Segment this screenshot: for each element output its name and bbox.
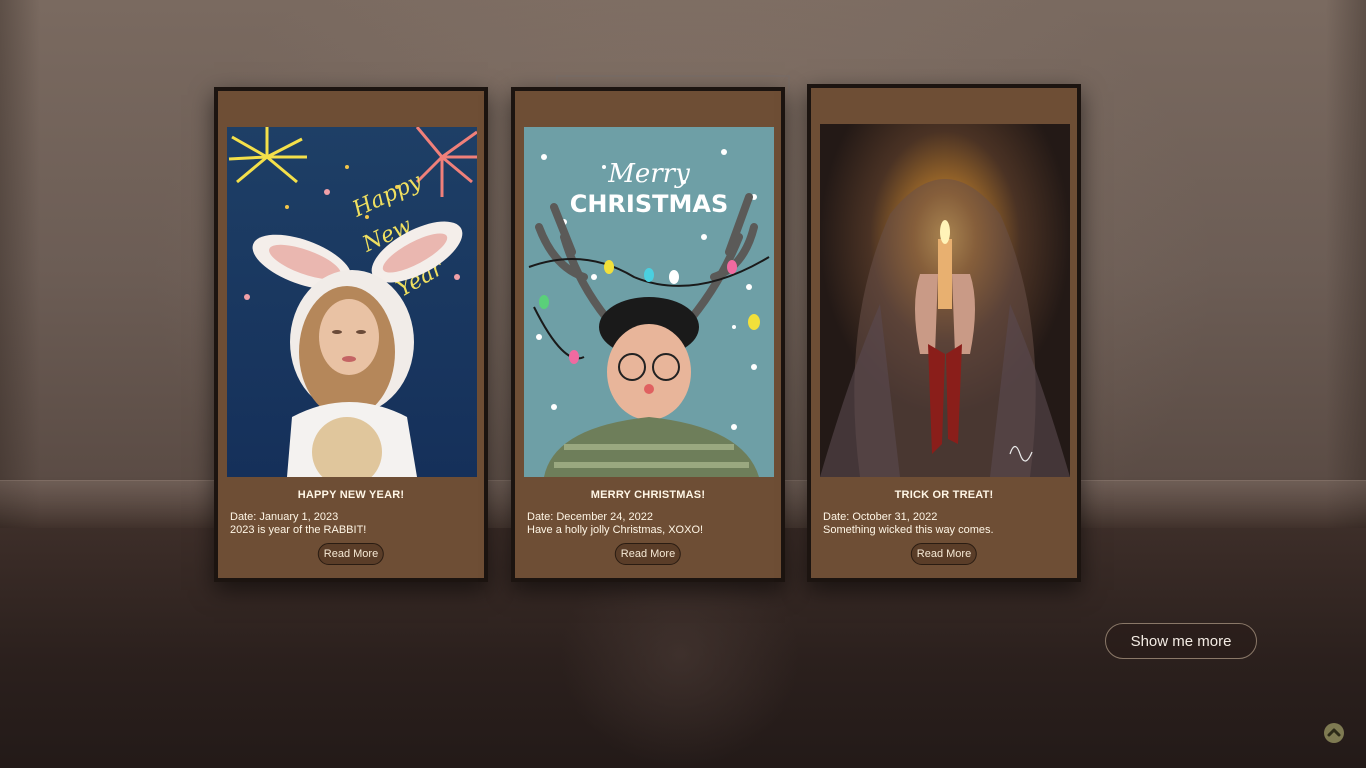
gallery-card-halloween: TRICK OR TREAT! Date: October 31, 2022 S… xyxy=(807,84,1081,582)
scroll-to-top-button[interactable] xyxy=(1324,723,1344,743)
svg-text:CHRISTMAS: CHRISTMAS xyxy=(570,190,729,218)
artwork-halloween-image xyxy=(820,124,1070,477)
card-date: Date: October 31, 2022 xyxy=(823,511,938,523)
show-more-button[interactable]: Show me more xyxy=(1105,623,1257,659)
gallery-card-new-year: Happy New Year HAPPY NEW YEAR! Date: Jan… xyxy=(214,87,488,582)
svg-text:Merry: Merry xyxy=(607,159,690,189)
card-meta: Date: October 31, 2022 Something wicked … xyxy=(823,511,994,537)
read-more-button[interactable]: Read More xyxy=(614,543,682,565)
read-more-button[interactable]: Read More xyxy=(910,543,978,565)
card-description: Something wicked this way comes. xyxy=(823,524,994,536)
artwork-new-year: Happy New Year xyxy=(227,127,477,477)
card-meta: Date: January 1, 2023 2023 is year of th… xyxy=(230,511,366,537)
artwork-christmas: Merry CHRISTMAS xyxy=(524,127,774,477)
card-title: MERRY CHRISTMAS! xyxy=(590,489,706,501)
artwork-christmas-image: Merry CHRISTMAS xyxy=(524,127,774,477)
read-more-button[interactable]: Read More xyxy=(317,543,385,565)
artwork-halloween xyxy=(820,124,1070,477)
floor-reflection xyxy=(560,580,800,768)
card-date: Date: December 24, 2022 xyxy=(527,511,653,523)
chevron-up-icon xyxy=(1327,728,1341,737)
card-date: Date: January 1, 2023 xyxy=(230,511,339,523)
card-description: Have a holly jolly Christmas, XOXO! xyxy=(527,524,704,536)
card-title: HAPPY NEW YEAR! xyxy=(297,489,405,501)
card-description: 2023 is year of the RABBIT! xyxy=(230,524,367,536)
card-title: TRICK OR TREAT! xyxy=(894,489,994,501)
artwork-new-year-image: Happy New Year xyxy=(227,127,477,477)
card-meta: Date: December 24, 2022 Have a holly jol… xyxy=(527,511,703,537)
gallery-card-christmas: Merry CHRISTMAS MERRY CHRISTMAS! Date: D… xyxy=(511,87,785,582)
